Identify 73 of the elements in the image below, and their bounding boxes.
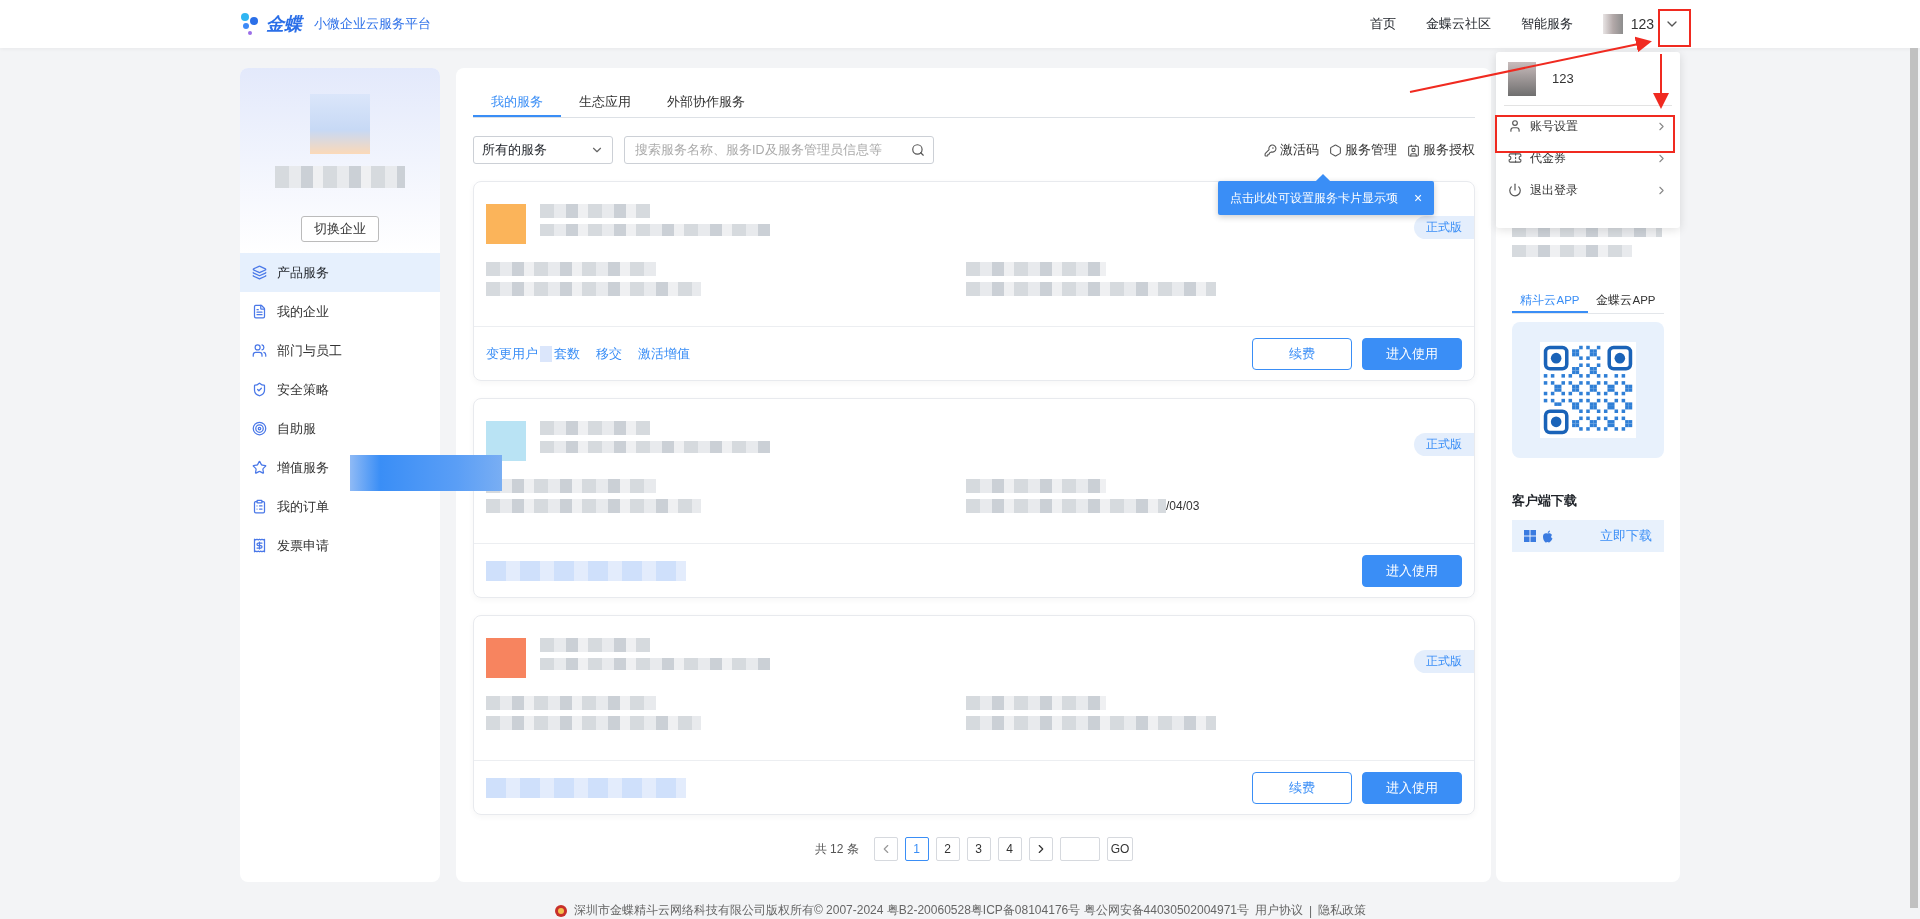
page-button[interactable]: 2 <box>935 837 960 861</box>
sidebar-item[interactable]: 自助服 <box>240 409 440 448</box>
windows-icon <box>1524 530 1536 542</box>
users-icon <box>252 343 267 358</box>
card-action-link[interactable]: 激活增值 <box>638 344 690 363</box>
page-button[interactable]: 4 <box>997 837 1022 861</box>
total-count: 共 12 条 <box>814 840 859 858</box>
power-icon <box>1508 183 1522 197</box>
user-avatar <box>1602 14 1623 34</box>
scrollbar[interactable] <box>1910 48 1918 908</box>
doc-icon <box>252 304 267 319</box>
toolbar-link[interactable]: 服务授权 <box>1407 141 1475 159</box>
menu-item[interactable]: 代金券 <box>1504 142 1672 174</box>
receipt-icon <box>252 538 267 553</box>
layers-icon <box>252 265 267 280</box>
hexagon-icon <box>1329 143 1342 157</box>
list-icon <box>252 499 267 514</box>
sidebar-item[interactable]: 增值服务 <box>240 448 440 487</box>
user-avatar <box>1508 61 1536 96</box>
service-filter-select[interactable]: 所有的服务 <box>473 136 613 164</box>
shield-icon <box>252 382 267 397</box>
user-icon <box>1508 119 1522 133</box>
download-title: 客户端下载 <box>1512 492 1578 510</box>
app-tab[interactable]: 精斗云APP <box>1512 289 1588 313</box>
menu-item[interactable]: 账号设置 <box>1504 110 1672 142</box>
renew-button[interactable]: 续费 <box>1252 337 1352 370</box>
platform-name: 小微企业云服务平台 <box>314 15 431 33</box>
page-input[interactable] <box>1059 837 1100 861</box>
edition-badge: 正式版 <box>1414 650 1474 673</box>
sidebar-item[interactable]: 我的企业 <box>240 292 440 331</box>
copyright-text: 深圳市金蝶精斗云网络科技有限公司版权所有© 2007-2024 粤B2-20060528粤ICP备08104176号 粤公网安备44030502004971号 <box>573 902 1249 919</box>
star-icon <box>252 460 267 475</box>
menu-item[interactable]: 退出登录 <box>1504 174 1672 206</box>
blurred-text <box>540 345 552 362</box>
key-icon <box>1264 143 1277 157</box>
footer-link[interactable]: 用户协议 <box>1255 902 1303 919</box>
tab[interactable]: 外部协作服务 <box>649 88 763 117</box>
logo-text: 金蝶 <box>266 13 302 36</box>
emblem-icon <box>553 903 568 918</box>
toolbar-link[interactable]: 服务管理 <box>1329 141 1397 159</box>
sidebar-item[interactable]: 发票申请 <box>240 526 440 565</box>
nav-link[interactable]: 金蝶云社区 <box>1425 15 1491 33</box>
user-name: 123 <box>1630 16 1654 32</box>
page-button[interactable]: 3 <box>966 837 991 861</box>
sidebar-item[interactable]: 部门与员工 <box>240 331 440 370</box>
date-text: /04/03 <box>1166 499 1200 513</box>
tab[interactable]: 生态应用 <box>561 88 649 117</box>
footer-link[interactable]: 隐私政策 <box>1318 902 1367 919</box>
apple-icon <box>1542 529 1553 543</box>
search-icon[interactable] <box>911 143 925 157</box>
logo-icon <box>240 12 260 36</box>
target-icon <box>252 421 267 436</box>
search-field[interactable]: 搜索服务名称、服务ID及服务管理员信息等 <box>624 136 934 164</box>
blurred-avatar <box>310 94 370 154</box>
voucher-icon <box>1508 151 1522 165</box>
switch-company-button[interactable]: 切换企业 <box>301 216 379 242</box>
edition-badge: 正式版 <box>1414 433 1474 456</box>
nav-link[interactable]: 首页 <box>1369 15 1396 33</box>
edition-badge: 正式版 <box>1414 216 1474 239</box>
nav-link[interactable]: 智能服务 <box>1520 15 1573 33</box>
card-icon <box>1407 143 1420 157</box>
toolbar-link[interactable]: 激活码 <box>1264 141 1319 159</box>
menu-user-name: 123 <box>1552 71 1574 86</box>
sidebar-item[interactable]: 我的订单 <box>240 487 440 526</box>
next-page-button[interactable] <box>1028 837 1053 861</box>
sidebar-item[interactable]: 产品服务 <box>240 253 440 292</box>
sidebar-item[interactable]: 安全策略 <box>240 370 440 409</box>
hint-text: 点击此处可设置服务卡片显示项 <box>1230 189 1398 207</box>
go-button[interactable]: GO <box>1106 837 1134 861</box>
app-tab[interactable]: 金蝶云APP <box>1588 289 1664 313</box>
annotation-box <box>1658 9 1691 47</box>
separator: | <box>1309 903 1313 918</box>
renew-button[interactable]: 续费 <box>1252 771 1352 804</box>
